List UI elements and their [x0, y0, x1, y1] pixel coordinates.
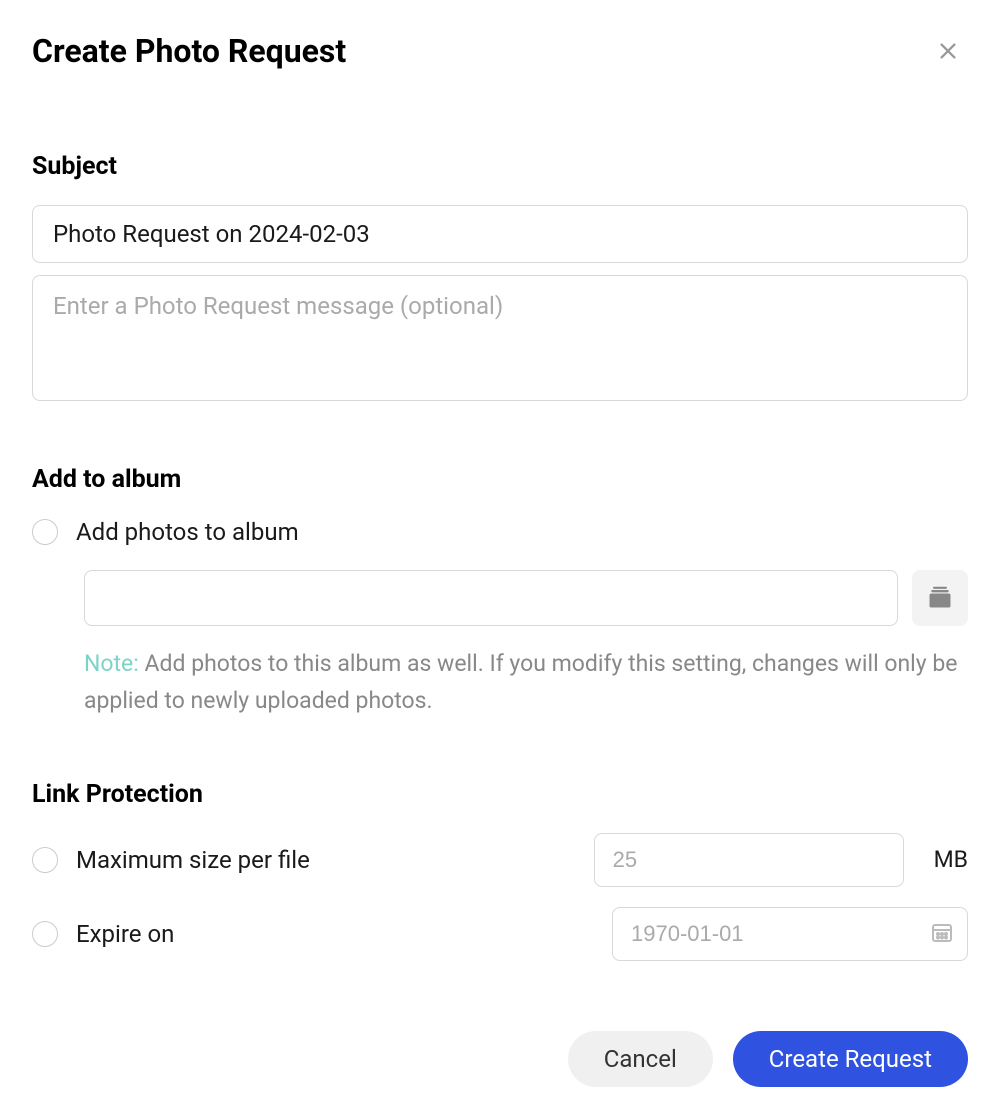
subject-input[interactable] [32, 205, 968, 263]
note-label: Note: [84, 650, 139, 677]
subject-section-title: Subject [32, 152, 968, 181]
max-size-label: Maximum size per file [76, 846, 576, 874]
album-picker-button[interactable] [912, 570, 968, 626]
expire-label: Expire on [76, 920, 594, 948]
message-textarea[interactable] [32, 275, 968, 401]
albums-icon [926, 583, 954, 614]
add-to-album-checkbox[interactable] [32, 519, 58, 545]
close-button[interactable] [928, 32, 968, 72]
expire-date-input[interactable] [612, 907, 968, 961]
create-request-button[interactable]: Create Request [733, 1031, 968, 1087]
album-note: Note: Add photos to this album as well. … [84, 646, 968, 720]
max-size-input[interactable] [594, 833, 904, 887]
album-name-input[interactable] [84, 570, 898, 626]
expire-checkbox[interactable] [32, 921, 58, 947]
close-icon [937, 40, 959, 65]
album-section-title: Add to album [32, 465, 968, 494]
add-to-album-label: Add photos to album [76, 518, 299, 546]
max-size-unit: MB [934, 846, 968, 873]
max-size-checkbox[interactable] [32, 847, 58, 873]
note-text: Add photos to this album as well. If you… [84, 650, 957, 714]
protection-section-title: Link Protection [32, 780, 968, 809]
dialog-title: Create Photo Request [32, 32, 346, 70]
cancel-button[interactable]: Cancel [568, 1031, 713, 1087]
